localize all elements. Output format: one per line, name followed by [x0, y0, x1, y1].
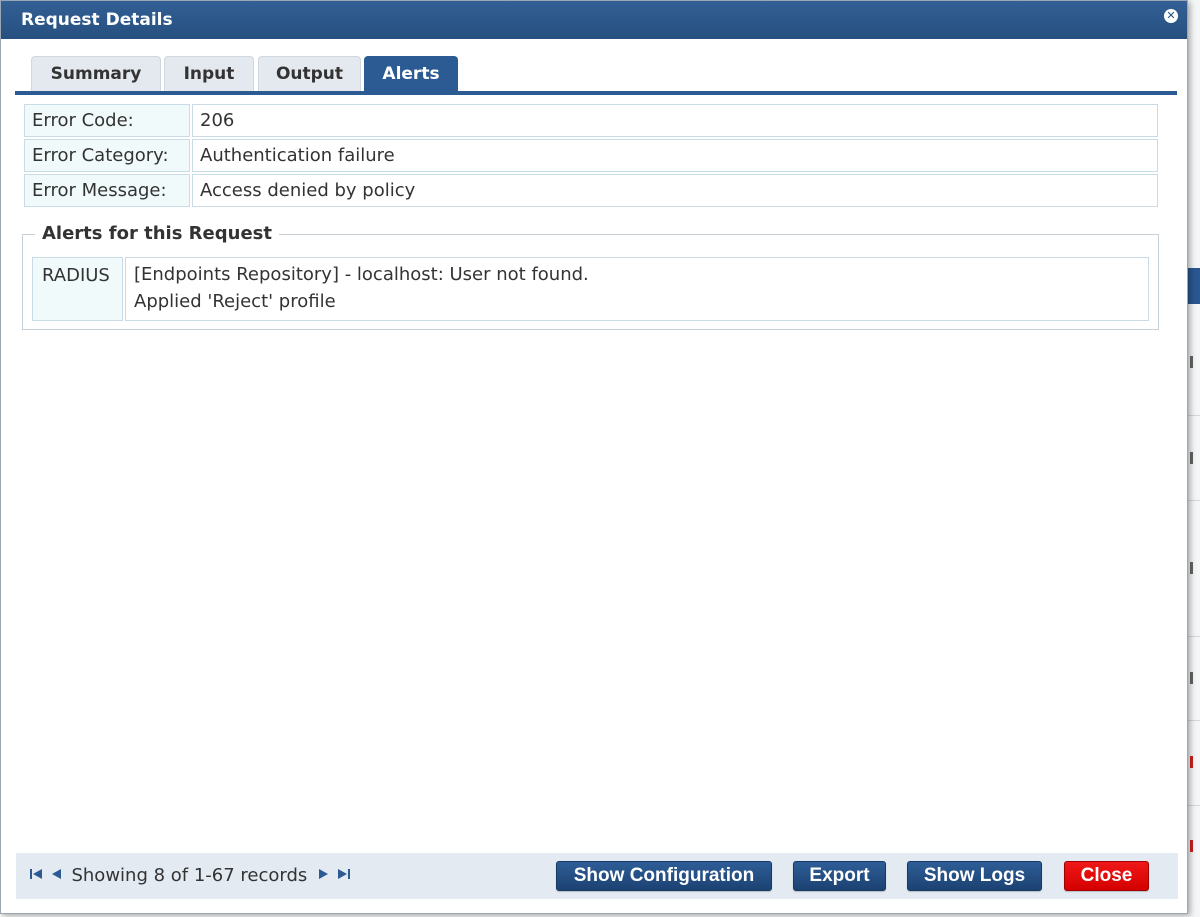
alerts-fieldset: Alerts for this Request RADIUS [Endpoint…: [22, 222, 1159, 330]
background-divider: [1188, 500, 1200, 501]
request-details-dialog: Request Details ✕ Summary Input Output A…: [0, 0, 1188, 914]
previous-page-icon[interactable]: [49, 865, 63, 887]
tab-input[interactable]: Input: [164, 56, 254, 91]
error-code-value: 206: [192, 104, 1158, 137]
pager: Showing 8 of 1-67 records: [29, 865, 351, 887]
next-page-icon[interactable]: [317, 865, 331, 887]
background-text-fragment: [1190, 672, 1193, 684]
alert-message: [Endpoints Repository] - localhost: User…: [125, 257, 1149, 321]
background-table-header: [1188, 268, 1200, 304]
error-category-label: Error Category:: [24, 139, 190, 172]
background-divider: [1188, 720, 1200, 721]
records-status: Showing 8 of 1-67 records: [71, 865, 308, 886]
last-page-icon[interactable]: [337, 865, 351, 887]
dialog-titlebar[interactable]: Request Details ✕: [1, 1, 1187, 39]
background-app: [1188, 0, 1200, 917]
error-code-label: Error Code:: [24, 104, 190, 137]
error-message-value: Access denied by policy: [192, 174, 1158, 207]
background-divider: [1188, 415, 1200, 416]
background-text-fragment: [1190, 356, 1193, 368]
background-text-fragment: [1190, 562, 1193, 574]
table-row: Error Code: 206: [24, 104, 1158, 137]
table-row: Error Message: Access denied by policy: [24, 174, 1158, 207]
background-text-fragment: [1190, 452, 1193, 464]
close-button[interactable]: Close: [1064, 861, 1149, 891]
tab-underline: [15, 91, 1177, 95]
dialog-footer: Showing 8 of 1-67 records Show Configura…: [16, 853, 1178, 899]
show-configuration-button[interactable]: Show Configuration: [556, 861, 772, 891]
table-row: Error Category: Authentication failure: [24, 139, 1158, 172]
alert-message-line: Applied 'Reject' profile: [134, 291, 336, 312]
export-button[interactable]: Export: [793, 861, 886, 891]
alert-message-line: [Endpoints Repository] - localhost: User…: [134, 264, 589, 285]
error-message-label: Error Message:: [24, 174, 190, 207]
show-logs-button[interactable]: Show Logs: [907, 861, 1042, 891]
tab-output[interactable]: Output: [258, 56, 361, 91]
first-page-icon[interactable]: [29, 865, 43, 887]
tab-alerts[interactable]: Alerts: [364, 56, 458, 91]
dialog-title: Request Details: [21, 10, 173, 30]
background-text-fragment: [1190, 756, 1193, 768]
alert-type: RADIUS: [32, 257, 123, 321]
alert-row: RADIUS [Endpoints Repository] - localhos…: [32, 257, 1149, 321]
alerts-legend: Alerts for this Request: [35, 222, 279, 246]
close-icon[interactable]: ✕: [1164, 9, 1178, 23]
background-divider: [1188, 805, 1200, 806]
background-divider: [1188, 636, 1200, 637]
tab-summary[interactable]: Summary: [31, 56, 161, 91]
background-text-fragment: [1190, 840, 1193, 852]
error-info-table: Error Code: 206 Error Category: Authenti…: [22, 102, 1160, 209]
error-category-value: Authentication failure: [192, 139, 1158, 172]
